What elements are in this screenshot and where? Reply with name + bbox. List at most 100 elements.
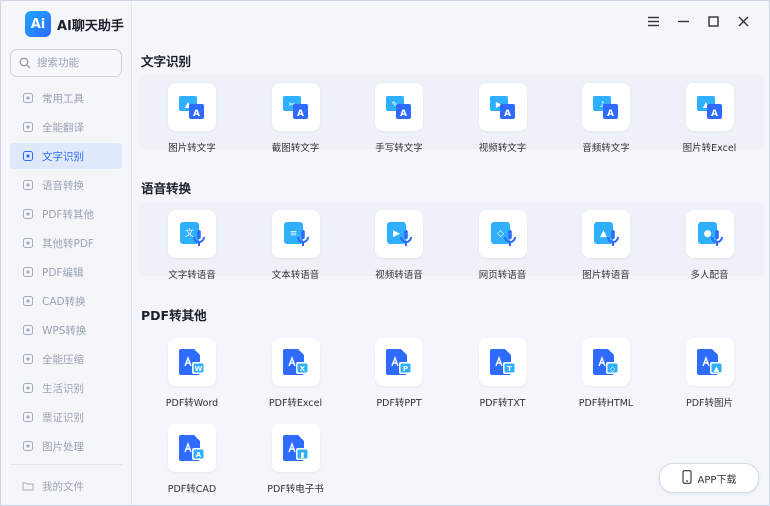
document-to-speech-icon: ≡ (271, 210, 320, 258)
sidebar-item-label: 全能压缩 (42, 353, 84, 366)
sidebar-item-label: 文字识别 (42, 150, 84, 163)
svg-text:≡: ≡ (289, 229, 297, 239)
sidebar-item-pdf-in[interactable]: 其他转PDF (10, 230, 122, 256)
tool-pdf-to-image[interactable]: ▲ PDF转图片 (660, 338, 760, 409)
sidebar-item-life-scan[interactable]: 生活识别 (10, 375, 122, 401)
sidebar-item-ocr[interactable]: 文字识别 (10, 143, 122, 169)
compress-icon (22, 353, 34, 365)
tool-pdf-to-ebook[interactable]: ▮ PDF转电子书 (246, 424, 346, 495)
tool-text-to-speech[interactable]: 文 文字转语音 (142, 210, 242, 281)
sidebar-item-voice[interactable]: 语音转换 (10, 172, 122, 198)
section-title-voice: 语音转换 (141, 181, 192, 196)
svg-text:A: A (607, 109, 614, 119)
svg-text:A: A (711, 109, 718, 119)
minimize-icon (677, 20, 689, 22)
tool-label: 截图转文字 (271, 143, 320, 154)
close-icon (738, 16, 748, 26)
sidebar-divider (10, 464, 122, 465)
maximize-button[interactable] (705, 13, 721, 29)
life-scan-icon (22, 382, 34, 394)
tool-label: PDF转Word (165, 398, 219, 409)
tool-pdf-to-txt[interactable]: T PDF转TXT (453, 338, 553, 409)
main-content: 文字识别 ▲ A 图片转文字 ✂ A 截图转文字 ✎ A 手写转文字 ▶ A 视… (133, 41, 767, 505)
sidebar-item-pdf-edit[interactable]: PDF编辑 (10, 259, 122, 285)
sidebar-item-my-files[interactable]: 我的文件 (10, 473, 122, 499)
sidebar-item-translate[interactable]: 全能翻译 (10, 114, 122, 140)
svg-text:P: P (403, 365, 408, 373)
app-logo: Ai AI聊天助手 (25, 11, 124, 37)
tool-label: 图片转语音 (582, 270, 630, 281)
minimize-button[interactable] (675, 13, 691, 29)
sidebar-item-compress[interactable]: 全能压缩 (10, 346, 122, 372)
search-box[interactable] (10, 49, 122, 77)
svg-text:◇: ◇ (497, 229, 504, 239)
tool-image-to-speech[interactable]: ▲ 图片转语音 (556, 210, 656, 281)
tool-pdf-to-cad[interactable]: A PDF转CAD (142, 424, 242, 495)
tool-label: PDF转电子书 (267, 484, 324, 495)
tool-label: 多人配音 (690, 270, 729, 281)
sidebar-item-label: WPS转换 (42, 324, 87, 337)
translate-icon (22, 121, 34, 133)
sidebar-item-wps[interactable]: WPS转换 (10, 317, 122, 343)
tool-label: PDF转PPT (376, 398, 422, 409)
svg-text:▮: ▮ (300, 451, 304, 459)
section-title-ocr: 文字识别 (141, 54, 192, 69)
tool-label: PDF转TXT (479, 398, 526, 409)
tool-video-to-speech[interactable]: ▶ 视频转语音 (349, 210, 449, 281)
tool-label: 图片转Excel (682, 143, 737, 154)
tool-webpage-to-speech[interactable]: ◇ 网页转语音 (453, 210, 553, 281)
sidebar-item-pdf-out[interactable]: PDF转其他 (10, 201, 122, 227)
sidebar-item-label: 我的文件 (42, 480, 84, 493)
text-to-speech-icon: 文 (168, 210, 216, 258)
svg-text:T: T (507, 365, 512, 373)
voice-icon (22, 179, 34, 191)
section-title-pdf: PDF转其他 (141, 308, 207, 323)
pdf-to-txt-icon: T (478, 338, 527, 386)
svg-text:W: W (195, 365, 203, 373)
pdf-to-cad-icon: A (168, 424, 216, 472)
tool-multi-voice[interactable]: ● 多人配音 (660, 210, 760, 281)
sidebar-item-label: 图片处理 (42, 440, 84, 453)
svg-text:A: A (193, 109, 200, 119)
svg-text:A: A (196, 451, 202, 459)
sidebar-item-cad[interactable]: CAD转换 (10, 288, 122, 314)
tool-document-to-speech[interactable]: ≡ 文本转语音 (246, 210, 346, 281)
webpage-to-speech-icon: ◇ (478, 210, 527, 258)
video-to-text-icon: ▶ A (478, 83, 527, 131)
tool-handwriting-to-text[interactable]: ✎ A 手写转文字 (349, 83, 449, 154)
sidebar-item-label: 票证识别 (42, 411, 84, 424)
audio-to-text-icon: ♪ A (582, 83, 630, 131)
folder-icon (22, 480, 34, 492)
multi-voice-icon: ● (685, 210, 734, 258)
tool-pdf-to-word[interactable]: W PDF转Word (142, 338, 242, 409)
pdf-edit-icon (22, 266, 34, 278)
cad-icon (22, 295, 34, 307)
search-input[interactable] (37, 57, 107, 69)
sidebar-item-ticket[interactable]: 票证识别 (10, 404, 122, 430)
image-to-excel-icon: ▲ A (685, 83, 734, 131)
close-button[interactable] (735, 13, 751, 29)
sidebar-item-label: 常用工具 (42, 92, 84, 105)
pdf-to-ebook-icon: ▮ (271, 424, 320, 472)
tool-audio-to-text[interactable]: ♪ A 音频转文字 (556, 83, 656, 154)
tool-video-to-text[interactable]: ▶ A 视频转文字 (453, 83, 553, 154)
tool-screenshot-to-text[interactable]: ✂ A 截图转文字 (246, 83, 346, 154)
menu-button[interactable] (645, 13, 661, 29)
tool-pdf-to-html[interactable]: ◇ PDF转HTML (556, 338, 656, 409)
pdf-to-word-icon: W (168, 338, 216, 386)
tool-label: 文本转语音 (271, 270, 320, 281)
tool-pdf-to-excel[interactable]: X PDF转Excel (246, 338, 346, 409)
video-to-speech-icon: ▶ (375, 210, 423, 258)
tool-image-to-text[interactable]: ▲ A 图片转文字 (142, 83, 242, 154)
svg-text:●: ● (703, 229, 711, 239)
handwriting-to-text-icon: ✎ A (375, 83, 423, 131)
tool-image-to-excel[interactable]: ▲ A 图片转Excel (660, 83, 760, 154)
sidebar-item-image[interactable]: 图片处理 (10, 433, 122, 459)
tool-pdf-to-ppt[interactable]: P PDF转PPT (349, 338, 449, 409)
tool-label: 手写转文字 (375, 143, 423, 154)
pdf-to-excel-icon: X (271, 338, 320, 386)
app-download-button[interactable]: APP下载 (659, 463, 759, 493)
sidebar-item-label: 其他转PDF (42, 237, 94, 250)
sidebar-item-grid[interactable]: 常用工具 (10, 85, 122, 111)
phone-icon (681, 469, 692, 487)
